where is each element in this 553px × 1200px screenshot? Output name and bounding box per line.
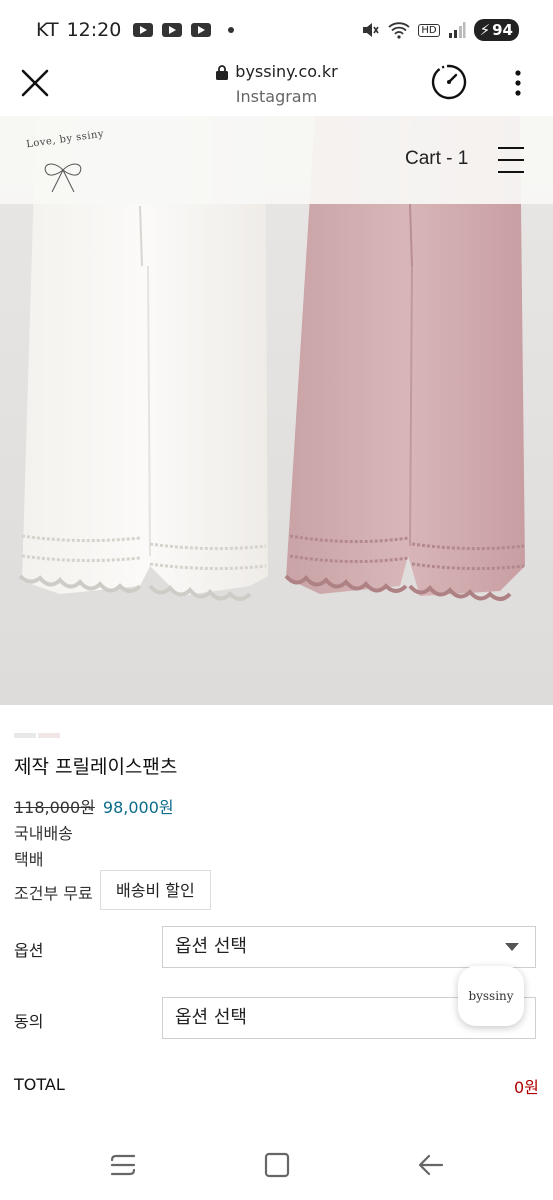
site-logo[interactable]: Love, by ssiny — [26, 128, 106, 200]
url-block[interactable]: byssiny.co.kr Instagram — [0, 62, 553, 106]
mute-icon — [363, 23, 380, 37]
carrier-label: KT — [36, 19, 59, 41]
youtube-notification-icon — [133, 23, 154, 37]
more-notifications-icon — [228, 27, 235, 33]
status-left: KT 12:20 — [36, 19, 235, 41]
dropdown-arrow-icon — [505, 943, 519, 951]
agreement-select-value: 옵션 선택 — [175, 1007, 247, 1028]
price-row: 118,000원 98,000원 — [14, 794, 174, 818]
back-icon[interactable] — [416, 1150, 446, 1180]
more-options-icon[interactable] — [508, 68, 528, 98]
lock-icon — [216, 64, 229, 80]
url-line: byssiny.co.kr — [0, 62, 553, 81]
pagination-dot[interactable] — [38, 733, 60, 738]
battery-level: 94 — [492, 21, 513, 39]
battery-charging-icon: ⚡ — [479, 21, 491, 39]
logo-text: Love, by ssiny — [25, 128, 105, 151]
shipping-discount-button[interactable]: 배송비 할인 — [100, 870, 211, 910]
recent-apps-icon[interactable] — [108, 1150, 138, 1180]
option-select-value: 옵션 선택 — [175, 936, 247, 957]
home-icon[interactable] — [262, 1150, 292, 1180]
hd-voice-badge: HD — [418, 23, 440, 37]
battery-indicator: ⚡ 94 — [473, 19, 519, 41]
youtube-notification-icon — [162, 23, 183, 37]
in-app-browser-bar: byssiny.co.kr Instagram — [0, 60, 553, 116]
total-label: TOTAL — [14, 1075, 65, 1094]
shipping-domestic: 국내배송 — [14, 824, 73, 843]
sale-price: 98,000원 — [102, 798, 174, 817]
status-time: 12:20 — [66, 19, 122, 41]
image-pagination — [14, 733, 60, 738]
original-price: 118,000원 — [14, 798, 95, 817]
product-image[interactable]: Love, by ssiny Cart - 1 — [0, 116, 553, 705]
system-nav-bar — [0, 1136, 553, 1200]
page-url: byssiny.co.kr — [235, 62, 338, 81]
product-title: 제작 프릴레이스팬츠 — [14, 756, 178, 778]
ribbon-icon — [44, 163, 82, 193]
pagination-dot[interactable] — [14, 733, 36, 738]
hamburger-menu-icon[interactable] — [497, 144, 525, 176]
status-bar: KT 12:20 HD ⚡ 94 — [0, 0, 553, 60]
total-value: 0원 — [514, 1078, 539, 1097]
site-header: Love, by ssiny Cart - 1 — [0, 116, 553, 204]
pants-illustration — [0, 116, 553, 705]
wifi-icon — [388, 22, 410, 39]
signal-icon — [448, 22, 466, 38]
shipping-method: 택배 — [14, 850, 44, 869]
cart-link[interactable]: Cart - 1 — [405, 148, 468, 170]
shipping-condition: 조건부 무료 — [14, 884, 93, 903]
status-right: HD ⚡ 94 — [360, 19, 519, 41]
browser-source: Instagram — [235, 87, 318, 106]
option-label: 옵션 — [14, 941, 44, 960]
floating-brand-button[interactable]: byssiny — [458, 966, 524, 1026]
agreement-label: 동의 — [14, 1012, 44, 1031]
option-select[interactable]: 옵션 선택 — [162, 926, 536, 968]
page-speed-icon[interactable] — [430, 63, 468, 101]
youtube-notification-icon — [191, 23, 212, 37]
